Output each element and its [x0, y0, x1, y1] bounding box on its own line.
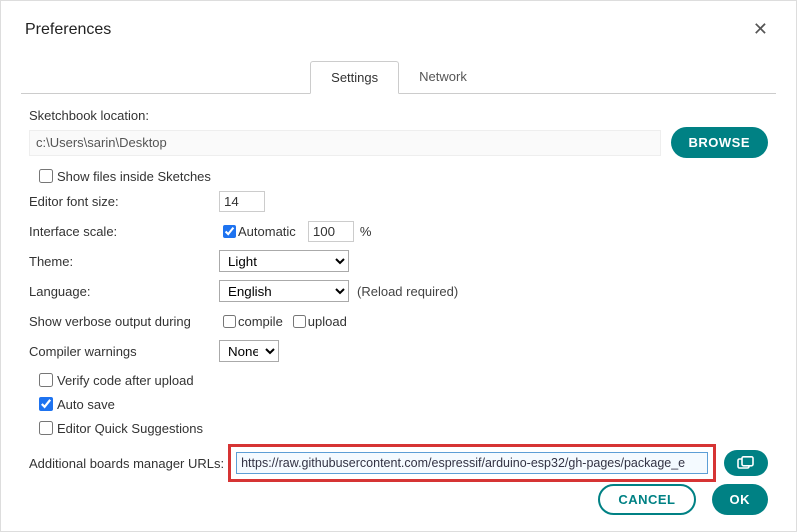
settings-panel: Sketchbook location: c:\Users\sarin\Desk…: [1, 94, 796, 482]
close-icon[interactable]: ✕: [749, 15, 772, 44]
font-size-input[interactable]: [219, 191, 265, 212]
quick-suggestions-label: Editor Quick Suggestions: [57, 421, 203, 436]
theme-select[interactable]: Light: [219, 250, 349, 272]
cancel-button[interactable]: CANCEL: [598, 484, 695, 515]
tab-settings[interactable]: Settings: [310, 61, 399, 94]
verbose-upload-checkbox[interactable]: [293, 315, 306, 328]
compiler-warnings-label: Compiler warnings: [29, 344, 219, 359]
auto-save-label: Auto save: [57, 397, 115, 412]
sketchbook-path[interactable]: c:\Users\sarin\Desktop: [29, 130, 661, 156]
show-files-checkbox[interactable]: [39, 169, 53, 183]
open-urls-window-button[interactable]: [724, 450, 768, 476]
dialog-title: Preferences: [25, 21, 111, 39]
reload-note: (Reload required): [357, 284, 458, 299]
boards-url-input[interactable]: [236, 452, 708, 474]
verbose-upload-label: upload: [308, 314, 347, 329]
new-window-icon: [737, 456, 755, 470]
boards-url-highlight: [228, 444, 716, 482]
scale-automatic-checkbox[interactable]: [223, 225, 236, 238]
verify-upload-label: Verify code after upload: [57, 373, 194, 388]
quick-suggestions-checkbox[interactable]: [39, 421, 53, 435]
ok-button[interactable]: OK: [712, 484, 769, 515]
tab-network[interactable]: Network: [399, 61, 487, 94]
verbose-compile-checkbox[interactable]: [223, 315, 236, 328]
verbose-compile-label: compile: [238, 314, 283, 329]
font-size-label: Editor font size:: [29, 194, 219, 209]
auto-save-checkbox[interactable]: [39, 397, 53, 411]
language-label: Language:: [29, 284, 219, 299]
compiler-warnings-select[interactable]: None: [219, 340, 279, 362]
interface-scale-label: Interface scale:: [29, 224, 219, 239]
show-files-label: Show files inside Sketches: [57, 169, 211, 184]
theme-label: Theme:: [29, 254, 219, 269]
verify-upload-checkbox[interactable]: [39, 373, 53, 387]
preferences-dialog: Preferences ✕ Settings Network Sketchboo…: [0, 0, 797, 532]
sketchbook-label: Sketchbook location:: [29, 108, 768, 123]
dialog-footer: CANCEL OK: [598, 484, 768, 515]
language-select[interactable]: English: [219, 280, 349, 302]
scale-value-input[interactable]: [308, 221, 354, 242]
dialog-header: Preferences ✕: [1, 1, 796, 52]
browse-button[interactable]: BROWSE: [671, 127, 769, 158]
verbose-label: Show verbose output during: [29, 314, 219, 329]
tab-bar: Settings Network: [21, 60, 776, 94]
scale-percent-label: %: [360, 224, 372, 239]
boards-url-label: Additional boards manager URLs:: [29, 456, 224, 471]
scale-automatic-label: Automatic: [238, 224, 296, 239]
